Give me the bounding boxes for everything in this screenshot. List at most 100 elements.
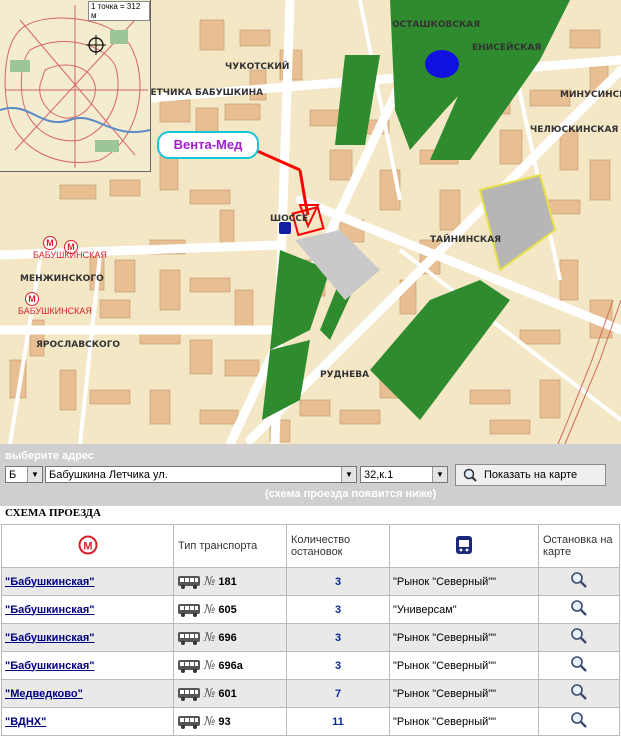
- show-stop-on-map-button[interactable]: [538, 651, 620, 680]
- number-sign: №: [204, 713, 216, 728]
- street-label: ЧЕЛЮСКИНСКАЯ: [530, 125, 619, 135]
- route-row: "Бабушкинская" № 181 3 "Рынок "Северный"": [1, 567, 620, 596]
- metro-cell: "Бабушкинская": [1, 651, 174, 680]
- stop-column-header: [389, 524, 539, 568]
- metro-station-label: БАБУШКИНСКАЯ: [18, 306, 92, 316]
- magnifier-icon: [463, 468, 477, 482]
- street-label: МИНУСИНСКАЯ: [560, 90, 621, 100]
- stops-count: 3: [286, 567, 390, 596]
- transport-cell: № 696: [173, 623, 287, 652]
- street-label: МЕНЖИНСКОГО: [20, 274, 104, 284]
- number-sign: №: [204, 573, 216, 588]
- map-scale-label: 1 точка = 312 м: [88, 1, 150, 21]
- street-select[interactable]: Бабушкина Летчика ул. ▼: [45, 466, 357, 483]
- bus-icon: [178, 576, 200, 590]
- route-number: 696а: [218, 659, 243, 672]
- number-sign: №: [204, 685, 216, 700]
- route-row: "Медведково" № 601 7 "Рынок "Северный"": [1, 679, 620, 708]
- show-stop-on-map-button[interactable]: [538, 567, 620, 596]
- metro-cell: "Бабушкинская": [1, 567, 174, 596]
- house-select[interactable]: 32,к.1 ▼: [360, 466, 448, 483]
- svg-text:М: М: [83, 540, 92, 552]
- stops-count: 3: [286, 623, 390, 652]
- bus-icon: [178, 688, 200, 702]
- metro-icon[interactable]: М: [43, 236, 57, 250]
- magnifier-icon: [571, 572, 587, 588]
- overview-minimap[interactable]: 1 точка = 312 м: [0, 0, 151, 172]
- magnifier-icon: [571, 628, 587, 644]
- metro-station-link[interactable]: "Бабушкинская": [5, 604, 94, 616]
- magnifier-icon: [571, 684, 587, 700]
- metro-cell: "Бабушкинская": [1, 623, 174, 652]
- street-label: ЛЕТЧИКА БАБУШКИНА: [143, 88, 264, 98]
- metro-cell: "ВДНХ": [1, 707, 174, 736]
- route-row: "ВДНХ" № 93 11 "Рынок "Северный"": [1, 707, 620, 736]
- chevron-down-icon[interactable]: ▼: [432, 467, 447, 482]
- magnifier-icon: [571, 656, 587, 672]
- stops-count: 3: [286, 651, 390, 680]
- metro-station-link[interactable]: "Бабушкинская": [5, 632, 94, 644]
- bus-stop-icon: [456, 535, 472, 554]
- stop-name: "Рынок "Северный"": [389, 679, 539, 708]
- route-number: 601: [218, 687, 237, 700]
- metro-cell: "Бабушкинская": [1, 595, 174, 624]
- metro-station-link[interactable]: "Медведково": [5, 688, 83, 700]
- street-select-value: Бабушкина Летчика ул.: [49, 469, 168, 481]
- metro-icon[interactable]: М: [25, 292, 39, 306]
- show-stop-on-map-button[interactable]: [538, 707, 620, 736]
- letter-select-value: Б: [9, 469, 17, 481]
- address-panel-title: выберите адрес: [5, 450, 95, 462]
- street-label: ОСТАШКОВСКАЯ: [392, 20, 481, 30]
- street-label: РУДНЕВА: [320, 370, 370, 380]
- metro-station-label: БАБУШКИНСКАЯ: [33, 250, 107, 260]
- route-number: 696: [218, 631, 237, 644]
- street-label: ШОССЕ: [270, 214, 309, 224]
- route-row: "Бабушкинская" № 605 3 "Универсам": [1, 595, 620, 624]
- show-stop-on-map-button[interactable]: [538, 595, 620, 624]
- route-section-title: СХЕМА ПРОЕЗДА: [5, 507, 101, 519]
- metro-column-header: М: [1, 524, 174, 568]
- bus-icon: [178, 716, 200, 730]
- show-on-map-label: Показать на карте: [484, 469, 578, 481]
- address-panel: выберите адрес Б ▼ Бабушкина Летчика ул.…: [0, 444, 621, 506]
- stops-count: 7: [286, 679, 390, 708]
- show-on-map-button[interactable]: Показать на карте: [455, 464, 606, 486]
- routes-table: М Тип транспорта Количество остановок Ос…: [1, 524, 620, 736]
- chevron-down-icon[interactable]: ▼: [341, 467, 356, 482]
- house-select-value: 32,к.1: [364, 469, 394, 481]
- transport-cell: № 181: [173, 567, 287, 596]
- letter-select[interactable]: Б ▼: [5, 466, 43, 483]
- map-view[interactable]: ЛЕТЧИКА БАБУШКИНА МЕНЖИНСКОГО ЕНИСЕЙСКАЯ…: [0, 0, 621, 444]
- clinic-callout-label: Вента-Мед: [157, 131, 259, 159]
- street-label: ЕНИСЕЙСКАЯ: [472, 43, 542, 53]
- transport-cell: № 93: [173, 707, 287, 736]
- address-hint: (схема проезда появится ниже): [265, 488, 437, 500]
- street-label: ЯРОСЛАВСКОГО: [36, 340, 121, 350]
- number-sign: №: [204, 601, 216, 616]
- transport-cell: № 601: [173, 679, 287, 708]
- stops-count: 11: [286, 707, 390, 736]
- transport-type-header: Тип транспорта: [173, 524, 287, 568]
- street-label: ТАЙНИНСКАЯ: [430, 235, 502, 245]
- bus-icon: [178, 632, 200, 646]
- show-stop-on-map-button[interactable]: [538, 679, 620, 708]
- number-sign: №: [204, 657, 216, 672]
- stop-name: "Рынок "Северный"": [389, 567, 539, 596]
- metro-station-link[interactable]: "ВДНХ": [5, 716, 46, 728]
- stops-count: 3: [286, 595, 390, 624]
- route-number: 181: [218, 575, 237, 588]
- stop-name: "Рынок "Северный"": [389, 707, 539, 736]
- overview-canvas: [0, 5, 150, 168]
- metro-cell: "Медведково": [1, 679, 174, 708]
- transport-cell: № 696а: [173, 651, 287, 680]
- metro-station-link[interactable]: "Бабушкинская": [5, 576, 94, 588]
- route-row: "Бабушкинская" № 696а 3 "Рынок "Северный"": [1, 651, 620, 680]
- metro-station-link[interactable]: "Бабушкинская": [5, 660, 94, 672]
- show-stop-on-map-button[interactable]: [538, 623, 620, 652]
- route-number: 605: [218, 603, 237, 616]
- bus-icon: [178, 604, 200, 618]
- magnifier-icon: [571, 600, 587, 616]
- number-sign: №: [204, 629, 216, 644]
- stop-name: "Рынок "Северный"": [389, 623, 539, 652]
- chevron-down-icon[interactable]: ▼: [27, 467, 42, 482]
